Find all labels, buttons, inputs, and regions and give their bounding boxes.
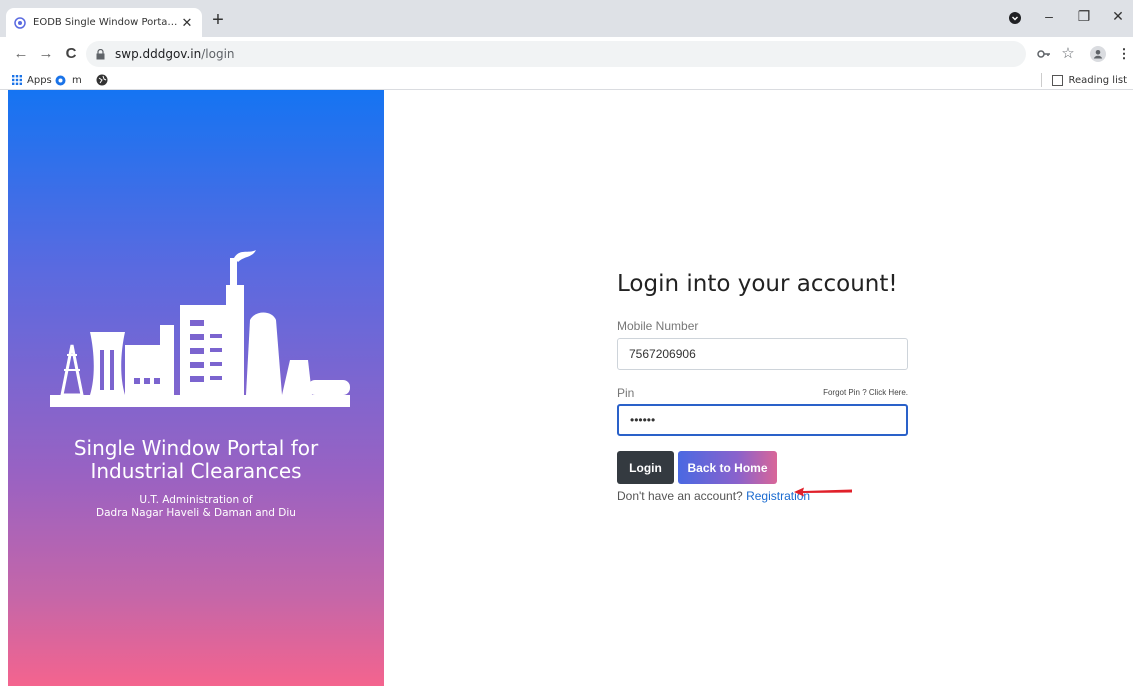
reload-icon[interactable]: C <box>62 45 80 63</box>
reading-list-icon <box>1051 74 1063 86</box>
industrial-skyline-icon <box>50 250 350 407</box>
bookmark-m-label: m <box>72 74 82 86</box>
hero-panel: Single Window Portal for Industrial Clea… <box>8 90 384 686</box>
back-icon[interactable]: ← <box>12 45 30 63</box>
bookmarks-separator <box>1040 73 1042 87</box>
signup-prompt: Don't have an account? Registration <box>617 489 810 503</box>
forgot-pin-link[interactable]: Forgot Pin ? Click Here. <box>817 388 908 397</box>
profile-avatar-icon[interactable] <box>1090 46 1106 62</box>
hero-subtitle-line2: Dadra Nagar Haveli & Daman and Diu <box>96 507 296 519</box>
profile-dropdown-icon[interactable] <box>1009 12 1021 24</box>
bookmark-m[interactable]: m <box>55 73 82 87</box>
site-favicon-icon <box>14 16 26 29</box>
hero-subtitle-line1: U.T. Administration of <box>139 494 253 506</box>
restore-icon[interactable]: ❐ <box>1072 8 1096 28</box>
lock-icon <box>96 48 105 59</box>
reading-list-label: Reading list <box>1068 74 1127 86</box>
login-button[interactable]: Login <box>617 451 674 484</box>
bookmarks-bar: Apps m Reading list <box>0 71 1133 90</box>
hero-title: Single Window Portal for Industrial Clea… <box>8 437 384 483</box>
login-heading: Login into your account! <box>617 271 898 297</box>
hero-title-line2: Industrial Clearances <box>90 459 302 483</box>
tab-title: EODB Single Window Portal : Da <box>33 17 180 28</box>
bookmark-apps-label: Apps <box>27 74 52 86</box>
mobile-number-input[interactable] <box>617 338 908 370</box>
hero-subtitle: U.T. Administration of Dadra Nagar Havel… <box>8 494 384 520</box>
browser-tab[interactable]: EODB Single Window Portal : Da ✕ <box>6 8 202 37</box>
mobile-number-label: Mobile Number <box>617 319 699 333</box>
red-arrow-annotation <box>794 487 852 497</box>
back-to-home-button[interactable]: Back to Home <box>678 451 777 484</box>
address-bar[interactable]: swp.dddgov.in/login <box>86 41 1026 67</box>
close-tab-icon[interactable]: ✕ <box>180 15 194 30</box>
url-path: /login <box>201 47 235 61</box>
bookmark-apps[interactable]: Apps <box>12 73 52 87</box>
browser-menu-icon[interactable]: ⋮ <box>1116 46 1132 62</box>
url-host: swp.dddgov.in <box>115 47 202 61</box>
new-tab-button[interactable]: + <box>208 10 228 31</box>
pin-label: Pin <box>617 386 635 400</box>
hero-title-line1: Single Window Portal for <box>73 436 319 460</box>
globe-icon[interactable] <box>96 74 108 86</box>
apps-grid-icon <box>12 75 22 85</box>
bookmark-site-icon <box>55 75 66 85</box>
signup-prompt-text: Don't have an account? <box>617 489 743 503</box>
browser-toolbar: ← → C swp.dddgov.in/login ☆ ⋮ <box>0 37 1133 71</box>
key-icon[interactable] <box>1036 46 1052 62</box>
browser-tab-bar: EODB Single Window Portal : Da ✕ + – ❐ ✕ <box>0 0 1133 37</box>
pin-input[interactable] <box>617 404 908 436</box>
page-content: Single Window Portal for Industrial Clea… <box>0 90 1133 686</box>
forward-icon[interactable]: → <box>37 45 55 63</box>
reading-list-button[interactable]: Reading list <box>1040 73 1127 87</box>
bookmark-star-icon[interactable]: ☆ <box>1060 46 1076 62</box>
close-window-icon[interactable]: ✕ <box>1106 8 1130 28</box>
minimize-icon[interactable]: – <box>1037 8 1061 28</box>
